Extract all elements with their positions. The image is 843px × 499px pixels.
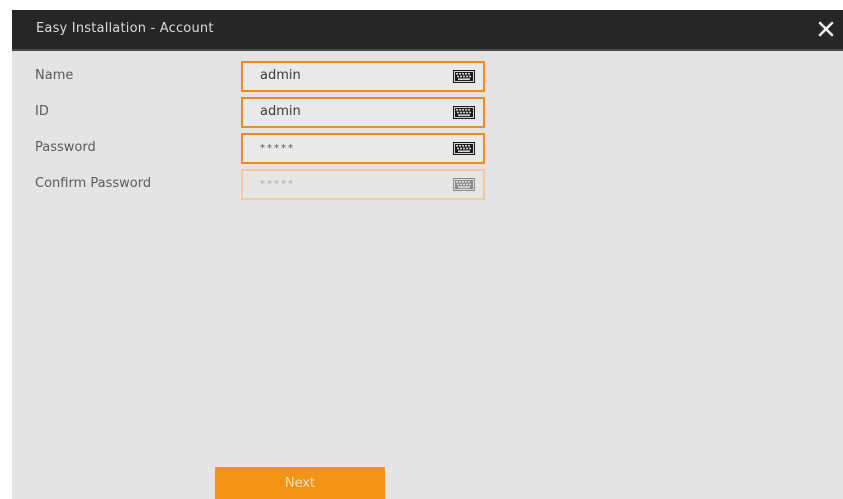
keyboard-icon (453, 142, 475, 155)
password-row: Password ***** (12, 133, 843, 164)
password-input[interactable]: ***** (241, 133, 485, 164)
confirm-password-keyboard-button[interactable] (453, 178, 475, 191)
password-keyboard-button[interactable] (453, 142, 475, 155)
next-button[interactable]: Next (215, 467, 385, 499)
close-icon (818, 21, 834, 37)
easy-installation-window: Easy Installation - Account Name admin I… (12, 10, 843, 499)
confirm-password-row: Confirm Password ***** (12, 169, 843, 200)
name-row: Name admin (12, 61, 843, 92)
id-keyboard-button[interactable] (453, 106, 475, 119)
password-value: ***** (260, 143, 295, 154)
id-label: ID (35, 104, 49, 119)
confirm-password-input[interactable]: ***** (241, 169, 485, 200)
name-value: admin (260, 68, 301, 83)
name-input[interactable]: admin (241, 61, 485, 92)
confirm-password-value: ***** (260, 179, 295, 190)
id-input[interactable]: admin (241, 97, 485, 128)
name-keyboard-button[interactable] (453, 70, 475, 83)
keyboard-icon (453, 70, 475, 83)
password-label: Password (35, 140, 96, 155)
keyboard-icon (453, 106, 475, 119)
keyboard-icon (453, 178, 475, 191)
id-row: ID admin (12, 97, 843, 128)
id-value: admin (260, 104, 301, 119)
name-label: Name (35, 68, 74, 83)
confirm-password-label: Confirm Password (35, 176, 152, 191)
close-button[interactable] (813, 16, 839, 42)
window-title: Easy Installation - Account (36, 21, 214, 36)
title-bar: Easy Installation - Account (12, 10, 843, 51)
